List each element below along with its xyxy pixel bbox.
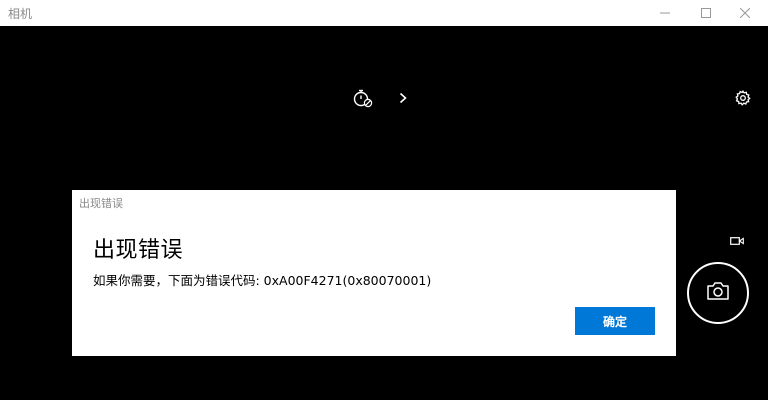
close-button[interactable] (722, 0, 768, 26)
video-camera-icon (730, 236, 744, 246)
ok-button[interactable]: 确定 (575, 307, 655, 335)
chevron-right-icon (399, 92, 407, 104)
settings-button[interactable] (732, 87, 754, 109)
timer-button[interactable] (350, 86, 376, 110)
minimize-button[interactable] (642, 0, 688, 26)
error-dialog: 出现错误 出现错误 如果你需要，下面为错误代码: 0xA00F4271(0x80… (72, 190, 676, 356)
dialog-message: 如果你需要，下面为错误代码: 0xA00F4271(0x80070001) (93, 273, 432, 288)
gear-icon (735, 90, 751, 106)
camera-app-window: 相机 出现错误 出现错误 如果你需要，下面为错误代码: 0xA00F4271(0… (0, 0, 768, 400)
maximize-icon (701, 8, 711, 18)
dialog-caption: 出现错误 (79, 197, 123, 210)
expand-controls-button[interactable] (394, 88, 412, 108)
minimize-icon (660, 8, 670, 18)
camera-icon (706, 281, 730, 305)
close-icon (740, 8, 750, 18)
take-photo-button[interactable] (687, 262, 749, 324)
dialog-heading: 出现错误 (93, 238, 184, 263)
timer-off-icon (352, 88, 374, 108)
video-mode-button[interactable] (726, 232, 748, 250)
window-title: 相机 (8, 7, 33, 21)
title-bar: 相机 (0, 0, 768, 26)
